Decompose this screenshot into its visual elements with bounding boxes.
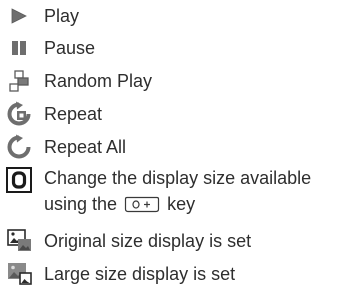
legend-label-repeat-all: Repeat All [44,137,127,157]
legend-label-display-size-after: key [162,194,196,214]
legend-item-original-size: Original size display is set [0,227,353,255]
play-icon [4,2,34,30]
legend-label-original-size: Original size display is set [44,231,252,251]
legend-label-play: Play [44,6,80,26]
display-key-icon [124,194,160,220]
legend-item-random-play: Random Play [0,67,353,95]
legend-label-display-size-before: using the [44,194,123,214]
icon-legend: Play Pause Random Play Repeat Repeat All… [0,0,353,292]
repeat-icon [4,100,34,128]
legend-item-play: Play [0,2,353,30]
legend-item-repeat-all: Repeat All [0,133,353,161]
legend-label-display-size-line1: Change the display size available [44,168,312,188]
legend-item-large-size: Large size display is set [0,260,353,288]
display-size-icon [4,166,34,194]
legend-label-display-size-line2: using the key [44,191,195,220]
repeat-all-icon [4,133,34,161]
pause-icon [4,34,34,62]
legend-label-random-play: Random Play [44,71,153,91]
legend-label-large-size: Large size display is set [44,264,236,284]
legend-item-display-size: Change the display size available using … [0,165,353,221]
legend-item-repeat: Repeat [0,100,353,128]
original-size-icon [4,227,34,255]
legend-item-pause: Pause [0,34,353,62]
random-play-icon [4,67,34,95]
legend-label-pause: Pause [44,38,96,58]
large-size-icon [4,260,34,288]
legend-label-repeat: Repeat [44,104,103,124]
